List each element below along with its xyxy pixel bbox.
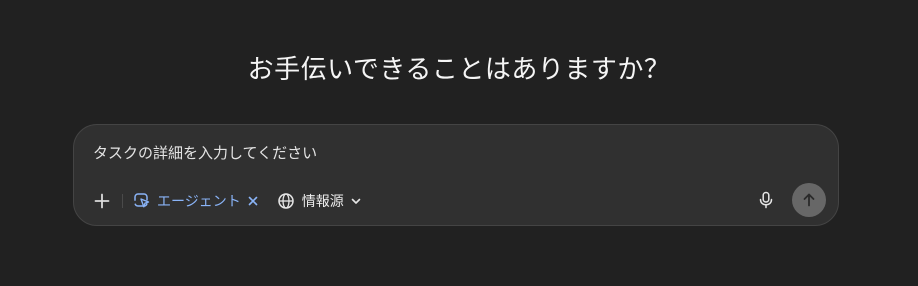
microphone-icon: [759, 191, 773, 209]
send-button[interactable]: [792, 183, 826, 217]
add-button[interactable]: [88, 187, 116, 215]
composer-actions: [750, 183, 826, 217]
toolbar-divider: [122, 194, 123, 208]
prompt-composer: エージェント 情報源: [73, 124, 839, 226]
arrow-up-icon: [803, 193, 815, 207]
sources-label: 情報源: [301, 194, 344, 210]
agent-chip-label: エージェント: [157, 194, 241, 210]
prompt-input[interactable]: [93, 141, 793, 165]
sources-dropdown[interactable]: 情報源: [277, 187, 362, 215]
plus-icon: [94, 193, 110, 209]
agent-mode-chip[interactable]: エージェント: [133, 187, 259, 215]
voice-input-button[interactable]: [750, 184, 782, 216]
composer-toolbar: エージェント 情報源: [88, 187, 362, 215]
globe-icon: [277, 193, 294, 209]
agent-chip-remove-button[interactable]: [247, 195, 259, 207]
agent-cursor-icon: [134, 193, 150, 208]
chevron-down-icon: [351, 198, 361, 204]
page-heading: お手伝いできることはありますか？: [247, 55, 671, 85]
close-icon: [248, 196, 258, 206]
